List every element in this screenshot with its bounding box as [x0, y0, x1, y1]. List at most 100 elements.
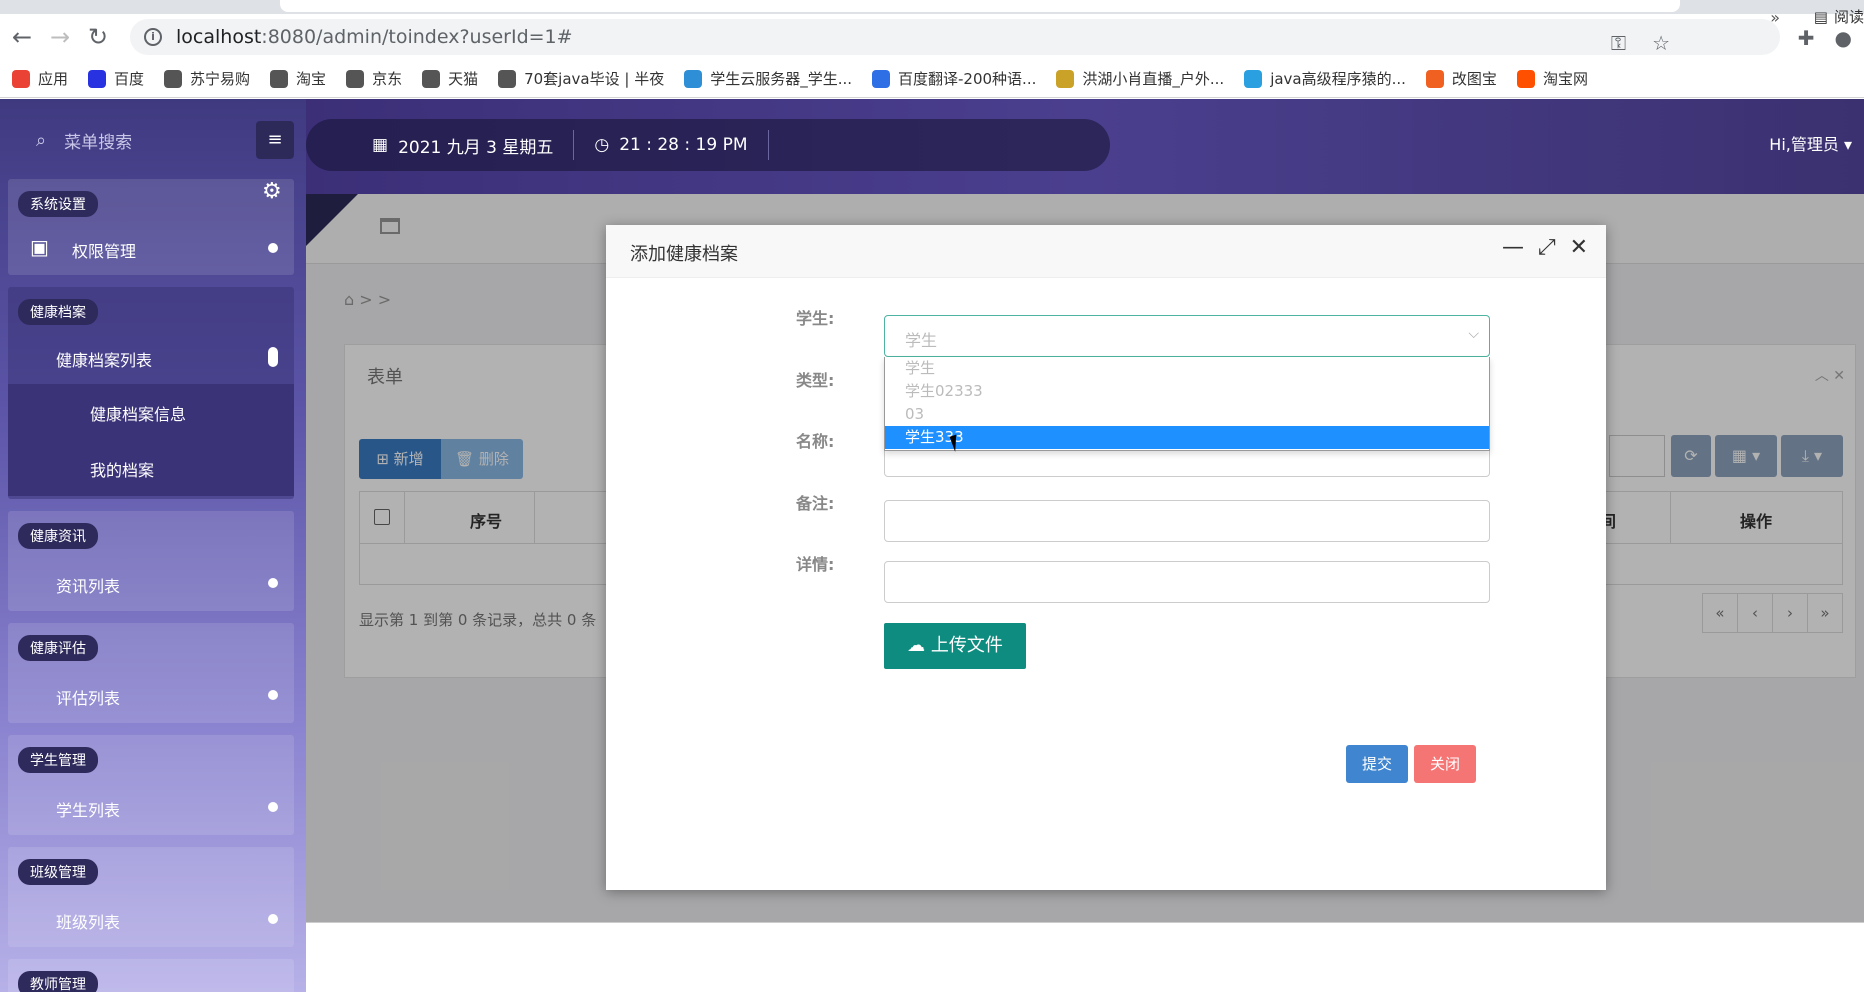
user-menu[interactable]: Hi,管理员 ▾: [1769, 131, 1852, 155]
url-path: :8080/admin/toindex?userId=1#: [261, 26, 573, 48]
group-title-system: 系统设置: [18, 191, 98, 217]
clock-icon: ◷: [594, 135, 610, 155]
gear-icon[interactable]: ⚙: [262, 179, 282, 204]
student-option[interactable]: 学生: [885, 357, 1489, 380]
sidebar-item-my-record[interactable]: 我的档案: [90, 457, 154, 481]
modal-title: 添加健康档案: [630, 244, 738, 265]
key-icon[interactable]: ⚿: [1611, 31, 1626, 55]
bookmark-favicon-icon: [1056, 69, 1075, 88]
student-select[interactable]: 学生 ⌵: [884, 315, 1490, 357]
extensions-icon[interactable]: ✚: [1798, 26, 1815, 50]
bookmark-label: 70套java毕设 | 半夜: [524, 70, 665, 88]
maximize-icon[interactable]: ⤢: [1538, 235, 1556, 260]
bookmark-item[interactable]: 苏宁易购: [164, 68, 250, 89]
group-student: 学生管理 学生列表: [8, 735, 294, 835]
group-title-class: 班级管理: [18, 859, 98, 885]
sidebar-item-health-record-info[interactable]: 健康档案信息: [90, 401, 186, 425]
group-title-health-record: 健康档案: [18, 299, 98, 325]
bullet-icon: [268, 578, 278, 588]
bookmarks-more-button[interactable]: »: [1770, 8, 1780, 27]
minimize-icon[interactable]: —: [1502, 235, 1524, 260]
close-button[interactable]: 关闭: [1414, 745, 1476, 783]
bookmark-favicon-icon: [684, 69, 703, 88]
active-tab[interactable]: [280, 0, 1680, 12]
bookmark-favicon-icon: [346, 69, 365, 88]
profile-icon[interactable]: ●: [1835, 26, 1852, 50]
bookmark-item[interactable]: java高级程序猿的...: [1244, 68, 1406, 89]
bookmark-label: 百度: [114, 70, 145, 88]
student-select-value: 学生: [905, 331, 938, 350]
label-detail: 详情:: [796, 555, 835, 574]
group-system: 系统设置 ▣ 权限管理: [8, 179, 294, 275]
bookmark-favicon-icon: [1425, 69, 1444, 88]
bookmark-label: 百度翻译-200种语...: [898, 70, 1037, 88]
student-option-selected[interactable]: 学生333: [885, 426, 1489, 449]
student-option[interactable]: 学生02333: [885, 380, 1489, 403]
star-icon[interactable]: ☆: [1652, 31, 1670, 55]
bookmark-item[interactable]: 淘宝网: [1516, 68, 1588, 89]
bookmark-label: java高级程序猿的...: [1270, 70, 1406, 88]
sidebar-item-student-list[interactable]: 学生列表: [56, 797, 120, 821]
sidebar-item-news-list[interactable]: 资讯列表: [56, 573, 120, 597]
bullet-icon: [268, 243, 278, 253]
back-icon[interactable]: ←: [6, 21, 38, 53]
bookmark-favicon-icon: [270, 69, 289, 88]
group-teacher: 教师管理: [8, 959, 294, 992]
upload-label: 上传文件: [930, 635, 1003, 656]
upload-button[interactable]: ☁ 上传文件: [884, 623, 1026, 669]
bookmark-item[interactable]: 淘宝: [270, 68, 326, 89]
forward-icon[interactable]: →: [44, 21, 76, 53]
browser-tabstrip: [0, 0, 1864, 14]
bullet-icon: [268, 914, 278, 924]
label-note: 备注:: [796, 494, 835, 513]
student-option[interactable]: 03: [885, 403, 1489, 426]
expanded-icon: [268, 347, 278, 367]
bookmark-item[interactable]: 百度: [88, 68, 144, 89]
bookmark-item[interactable]: 洪湖小肖直播_户外...: [1056, 68, 1224, 89]
group-title-student: 学生管理: [18, 747, 98, 773]
bookmark-label: 苏宁易购: [190, 70, 251, 88]
reading-list-label: 阅读: [1833, 8, 1864, 26]
sidebar-item-eval-list[interactable]: 评估列表: [56, 685, 120, 709]
label-student: 学生:: [796, 309, 835, 328]
address-bar[interactable]: i localhost:8080/admin/toindex?userId=1#…: [130, 19, 1780, 55]
bookmark-label: 应用: [38, 70, 69, 88]
bookmark-favicon-icon: [12, 69, 30, 88]
close-icon[interactable]: ✕: [1570, 235, 1588, 260]
bookmark-label: 京东: [372, 70, 403, 88]
browser-toolbar: ← → ↻ i localhost:8080/admin/toindex?use…: [0, 14, 1864, 60]
group-health-news: 健康资讯 资讯列表: [8, 511, 294, 611]
site-info-icon[interactable]: i: [144, 28, 162, 46]
group-health-record: 健康档案 健康档案列表 健康档案信息 我的档案: [8, 287, 294, 499]
footer: [306, 922, 1864, 992]
bookmark-favicon-icon: [88, 69, 107, 88]
bookmark-item[interactable]: 天猫: [422, 68, 478, 89]
bookmark-favicon-icon: [164, 69, 183, 88]
sidebar-item-class-list[interactable]: 班级列表: [56, 909, 120, 933]
note-field[interactable]: [884, 500, 1490, 542]
bookmark-item[interactable]: 百度翻译-200种语...: [872, 68, 1036, 89]
calendar-icon: ▦: [372, 135, 389, 155]
bookmarks-bar: 应用 百度 苏宁易购 淘宝 京东 天猫 70套java毕设 | 半夜 学生云服务器_学生...…: [0, 60, 1864, 98]
sidebar-item-health-record-list[interactable]: 健康档案列表: [56, 347, 152, 371]
sidebar: ⌕ 菜单搜索 ≡ 系统设置 ▣ 权限管理 ⚙ 健康档案 健康档案列表 健康档案信息…: [0, 99, 306, 992]
bookmark-item[interactable]: 应用: [12, 68, 68, 89]
bookmark-item[interactable]: 70套java毕设 | 半夜: [498, 68, 664, 89]
bullet-icon: [268, 690, 278, 700]
bookmark-item[interactable]: 学生云服务器_学生...: [684, 68, 852, 89]
submit-button[interactable]: 提交: [1346, 745, 1408, 783]
bookmark-item[interactable]: 京东: [346, 68, 402, 89]
menu-toggle-button[interactable]: ≡: [256, 121, 294, 159]
detail-field[interactable]: [884, 561, 1490, 603]
sidebar-item-permission[interactable]: 权限管理: [72, 238, 136, 262]
modal-header: 添加健康档案 — ⤢ ✕: [606, 225, 1606, 278]
reading-list-button[interactable]: ▤ 阅读: [1814, 6, 1864, 27]
bookmark-item[interactable]: 改图宝: [1425, 68, 1497, 89]
bookmark-favicon-icon: [498, 69, 517, 88]
reload-icon[interactable]: ↻: [82, 21, 114, 53]
group-title-health-news: 健康资讯: [18, 523, 98, 549]
bookmark-label: 天猫: [448, 70, 479, 88]
bookmark-favicon-icon: [1244, 69, 1263, 88]
add-record-modal: 添加健康档案 — ⤢ ✕ 学生: 学生 ⌵ 类型: 名称: 备注: 详情: 学生…: [606, 225, 1606, 890]
url-text[interactable]: localhost:8080/admin/toindex?userId=1#: [176, 26, 573, 48]
